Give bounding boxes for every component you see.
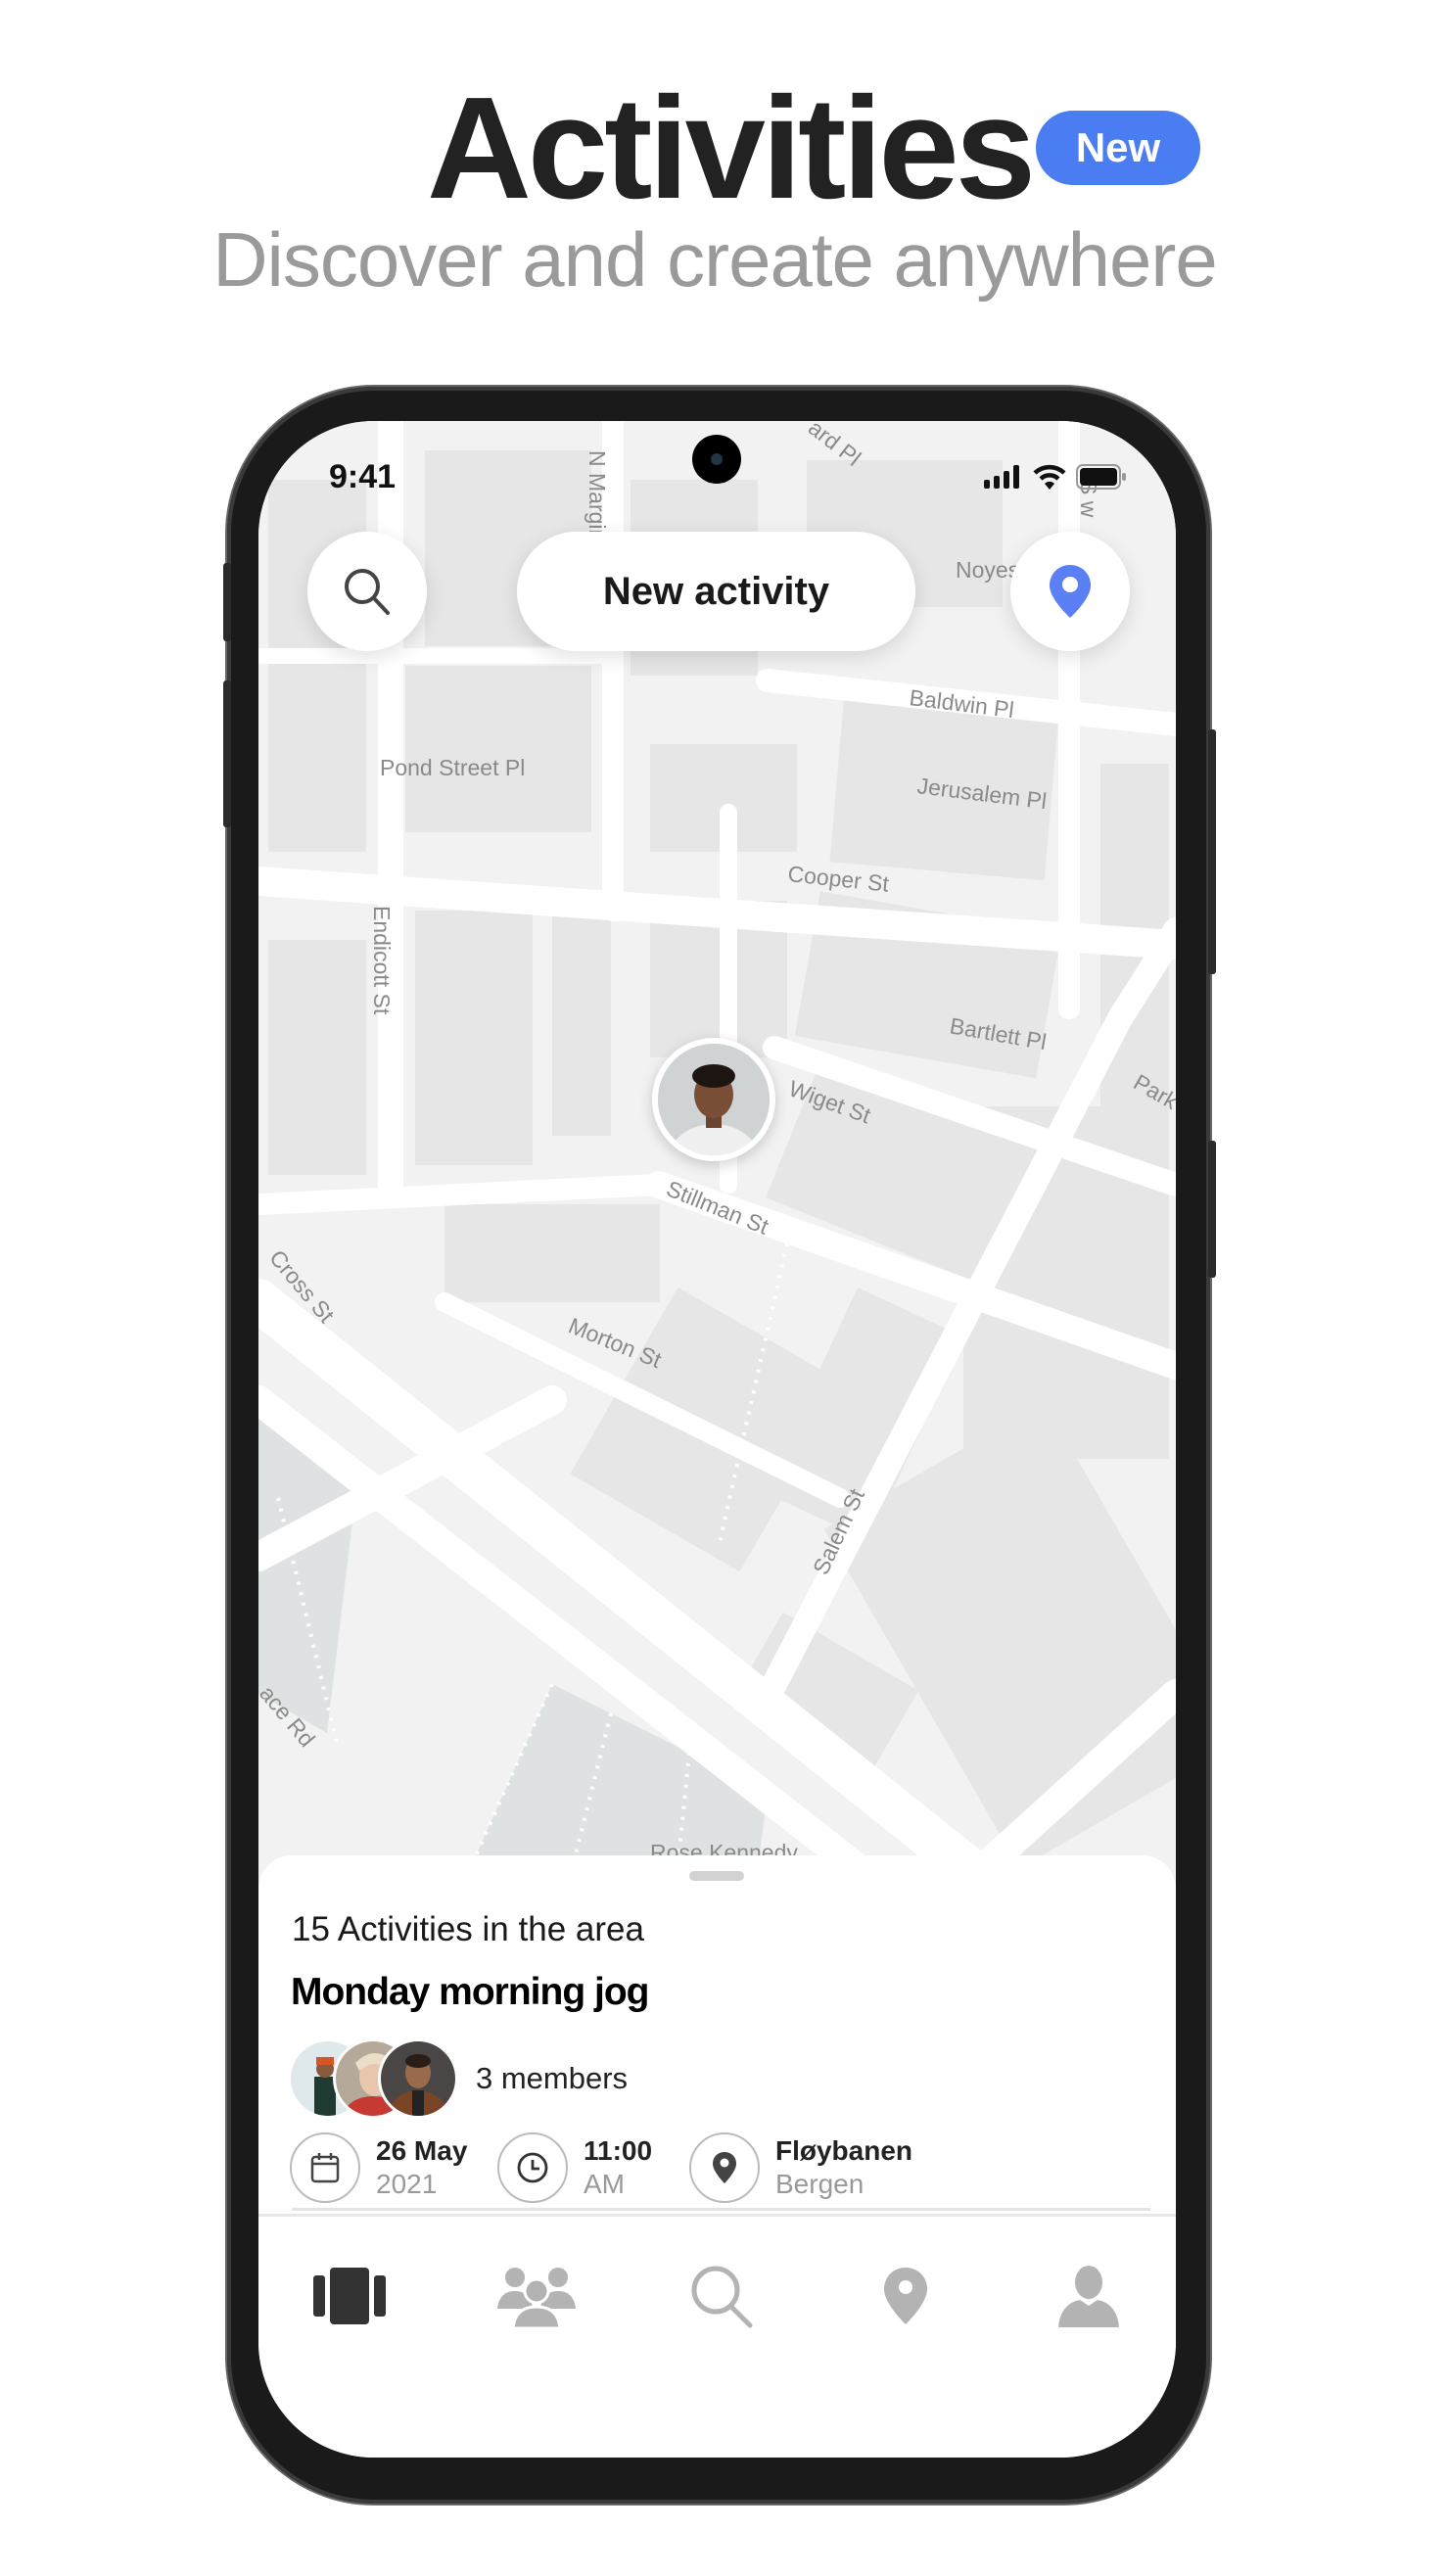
calendar-icon [310,2153,340,2183]
divider [258,2214,1176,2217]
nav-groups[interactable] [488,2247,585,2345]
bottom-nav [258,2247,1176,2384]
phone-button [223,563,231,641]
members-row[interactable]: 3 members [288,2038,628,2119]
date-year: 2021 [376,2169,438,2199]
new-activity-button[interactable]: New activity [517,532,915,651]
date-icon-circle [290,2132,360,2203]
members-count: 3 members [476,2061,629,2095]
signal-icon [984,465,1019,489]
street-label: Noyes [956,557,1019,583]
profile-icon [1058,2266,1119,2327]
page-subtitle: Discover and create anywhere [212,216,1218,303]
location-pin-icon [713,2152,736,2183]
nav-activities[interactable] [301,2247,398,2345]
page-title: Activities [427,68,1036,229]
search-icon [691,2266,753,2328]
divider [292,2208,1150,2211]
map-user-avatar[interactable] [652,1038,775,1161]
phone-frame: N Margin ard Pl Noyes S w Baldwin Pl Pon… [223,387,1216,2504]
group-icon [497,2268,576,2328]
avatar-photo [658,1044,770,1155]
phone-screen: N Margin ard Pl Noyes S w Baldwin Pl Pon… [258,421,1176,2458]
location-icon-circle [689,2132,760,2203]
time-value: 11:00 [584,2135,653,2167]
phone-button [1208,729,1216,974]
activity-date: 26 May 2021 [290,2132,467,2203]
battery-icon [1076,464,1126,490]
sheet-drag-handle[interactable] [689,1871,744,1881]
location-pin-icon [884,2268,927,2324]
activity-location[interactable]: Fløybanen Bergen [689,2132,912,2203]
nav-profile[interactable] [1040,2247,1138,2345]
activity-time: 11:00 AM [497,2132,652,2203]
activities-bottom-sheet: 15 Activities in the area Monday morning… [258,1855,1176,2458]
wifi-icon [1033,464,1066,490]
cards-icon [313,2268,386,2324]
clock-icon [517,2152,548,2183]
new-badge: New [1036,111,1200,185]
nav-map[interactable] [857,2247,955,2345]
status-icons [984,464,1127,490]
member-avatar [378,2038,458,2119]
phone-button [1208,1141,1216,1278]
my-location-button[interactable] [1010,532,1130,651]
place-name: Fløybanen [775,2135,913,2167]
status-time: 9:41 [329,458,397,495]
street-label: Endicott St [369,906,395,1015]
nav-search[interactable] [673,2247,771,2345]
front-camera [692,435,741,484]
street-label: Pond Street Pl [380,755,525,780]
place-city: Bergen [775,2169,865,2199]
search-icon [345,569,390,615]
phone-button [223,680,231,827]
street-label: N Margin [584,450,610,541]
activities-count: 15 Activities in the area [292,1910,644,1948]
time-period: AM [584,2169,625,2199]
activity-title[interactable]: Monday morning jog [291,1971,649,2014]
time-icon-circle [497,2132,568,2203]
date-day: 26 May [376,2135,468,2167]
location-pin-icon [1050,565,1091,618]
search-button[interactable] [307,532,427,651]
